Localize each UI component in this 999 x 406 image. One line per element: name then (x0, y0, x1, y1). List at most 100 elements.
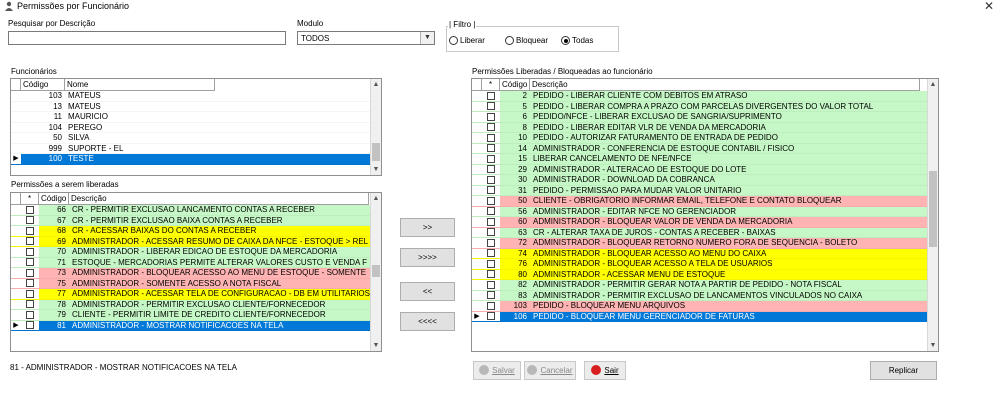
chevron-down-icon[interactable]: ▼ (420, 32, 434, 44)
table-row[interactable]: ▶ 106 PEDIDO - BLOQUEAR MENU GERENCIADOR D… (472, 311, 927, 322)
liberadas-grid[interactable]: * Código Descrição 2 PEDIDO - LIBERAR CLI… (471, 78, 939, 352)
column-header-nome[interactable]: Nome (65, 79, 215, 90)
column-header-star[interactable]: * (21, 193, 39, 204)
table-row[interactable]: 77 ADMINISTRADOR - ACESSAR TELA DE CONFIG… (11, 289, 370, 300)
remove-all-button[interactable]: <<<< (400, 312, 455, 331)
scroll-thumb[interactable] (372, 265, 380, 277)
row-checkbox[interactable] (487, 165, 495, 174)
vertical-scrollbar[interactable]: ▲ ▼ (370, 193, 381, 351)
row-checkbox[interactable] (487, 91, 495, 100)
row-checkbox[interactable] (487, 133, 495, 142)
row-checkbox[interactable] (26, 205, 34, 214)
table-row[interactable]: 78 ADMINISTRADOR - PERMITIR EXCLUSAO CLIE… (11, 299, 370, 310)
table-row[interactable]: 60 ADMINISTRADOR - BLOQUEAR VALOR DE VEND… (472, 217, 927, 228)
table-row[interactable]: 5 PEDIDO - LIBERAR COMPRA A PRAZO COM PAR… (472, 101, 927, 112)
table-row[interactable]: ▶ 81 ADMINISTRADOR - MOSTRAR NOTIFICACOES … (11, 320, 370, 331)
table-row[interactable]: 63 CR - ALTERAR TAXA DE JUROS - CONTAS A … (472, 227, 927, 238)
table-row[interactable]: 103 MATEUS (11, 91, 370, 102)
table-row[interactable]: 14 ADMINISTRADOR - CONFERENCIA DE ESTOQUE… (472, 143, 927, 154)
table-row[interactable]: 67 CR - PERMITIR EXCLUSAO BAIXA CONTAS A … (11, 215, 370, 226)
row-checkbox[interactable] (26, 247, 34, 256)
scroll-thumb[interactable] (929, 171, 937, 247)
scroll-thumb[interactable] (372, 143, 380, 161)
row-checkbox[interactable] (487, 123, 495, 132)
save-button[interactable]: Salvar (473, 361, 521, 380)
table-row[interactable]: 73 ADMINISTRADOR - BLOQUEAR ACESSO AO MEN… (11, 268, 370, 279)
row-checkbox[interactable] (487, 112, 495, 121)
table-row[interactable]: 15 LIBERAR CANCELAMENTO DE NFE/NFCE (472, 154, 927, 165)
table-row[interactable]: 83 ADMINISTRADOR - PERMITIR EXCLUSAO DE L… (472, 290, 927, 301)
exit-button[interactable]: Sair (584, 361, 626, 380)
table-row[interactable]: ▶ 100 TESTE (11, 154, 370, 165)
row-checkbox[interactable] (487, 154, 495, 163)
table-row[interactable]: 74 ADMINISTRADOR - BLOQUEAR ACESSO AO MEN… (472, 248, 927, 259)
table-row[interactable]: 79 CLIENTE - PERMITIR LIMITE DE CREDITO C… (11, 310, 370, 321)
row-checkbox[interactable] (26, 289, 34, 298)
row-checkbox[interactable] (26, 237, 34, 246)
row-checkbox[interactable] (487, 259, 495, 268)
column-header-codigo[interactable]: Código (21, 79, 65, 90)
row-checkbox[interactable] (487, 249, 495, 258)
radio-bloquear[interactable]: Bloquear (505, 36, 548, 45)
row-checkbox[interactable] (26, 300, 34, 309)
row-checkbox[interactable] (26, 321, 34, 330)
add-all-button[interactable]: >>>> (400, 248, 455, 267)
row-checkbox[interactable] (26, 216, 34, 225)
table-row[interactable]: 82 ADMINISTRADOR - PERMITIR GERAR NOTA A … (472, 280, 927, 291)
table-row[interactable]: 76 ADMINISTRADOR - BLOQUEAR ACESSO A TELA… (472, 259, 927, 270)
table-row[interactable]: 69 ADMINISTRADOR - ACESSAR RESUMO DE CAIX… (11, 236, 370, 247)
table-row[interactable]: 72 ADMINISTRADOR - BLOQUEAR RETORNO NUMER… (472, 238, 927, 249)
table-row[interactable]: 50 SILVA (11, 133, 370, 144)
row-checkbox[interactable] (487, 207, 495, 216)
table-row[interactable]: 71 ESTOQUE - MERCADORIAS PERMITE ALTERAR … (11, 257, 370, 268)
column-header-descricao[interactable]: Descrição (530, 79, 920, 90)
column-header-codigo[interactable]: Código (500, 79, 530, 90)
table-row[interactable]: 70 ADMINISTRADOR - LIBERAR EDICAO DE ESTO… (11, 247, 370, 258)
row-checkbox[interactable] (487, 270, 495, 279)
row-checkbox[interactable] (26, 279, 34, 288)
add-selected-button[interactable]: >> (400, 218, 455, 237)
table-row[interactable]: 999 SUPORTE - EL (11, 143, 370, 154)
table-row[interactable]: 29 ADMINISTRADOR - ALTERACAO DE ESTOQUE D… (472, 164, 927, 175)
scroll-down-icon[interactable]: ▼ (928, 340, 938, 351)
radio-todas[interactable]: Todas (561, 36, 593, 45)
row-checkbox[interactable] (487, 228, 495, 237)
row-checkbox[interactable] (26, 268, 34, 277)
scroll-up-icon[interactable]: ▲ (371, 79, 381, 90)
table-row[interactable]: 31 PEDIDO - PERMISSAO PARA MUDAR VALOR UN… (472, 185, 927, 196)
column-header-descricao[interactable]: Descrição (69, 193, 369, 204)
search-input[interactable] (8, 31, 286, 45)
table-row[interactable]: 11 MAURICIO (11, 112, 370, 123)
row-checkbox[interactable] (487, 312, 495, 321)
table-row[interactable]: 104 PEREGO (11, 122, 370, 133)
row-checkbox[interactable] (487, 238, 495, 247)
modulo-select[interactable]: TODOS ▼ (297, 31, 435, 45)
row-checkbox[interactable] (26, 310, 34, 319)
table-row[interactable]: 6 PEDIDO/NFCE - LIBERAR EXCLUSAO DE SANGR… (472, 112, 927, 123)
scroll-down-icon[interactable]: ▼ (371, 340, 381, 351)
scroll-up-icon[interactable]: ▲ (371, 193, 381, 204)
vertical-scrollbar[interactable]: ▲ ▼ (927, 79, 938, 351)
column-header-star[interactable]: * (482, 79, 500, 90)
close-icon[interactable]: ✕ (984, 0, 994, 13)
table-row[interactable]: 80 ADMINISTRADOR - ACESSAR MENU DE ESTOQU… (472, 269, 927, 280)
row-checkbox[interactable] (487, 280, 495, 289)
table-row[interactable]: 10 PEDIDO - AUTORIZAR FATURAMENTO DE ENTR… (472, 133, 927, 144)
table-row[interactable]: 75 ADMINISTRADOR - SOMENTE ACESSO A NOTA … (11, 278, 370, 289)
funcionarios-grid[interactable]: Código Nome 103 MATEUS 13 MATEUS 11 MAURICIO 1… (10, 78, 382, 176)
row-checkbox[interactable] (487, 291, 495, 300)
cancel-button[interactable]: Cancelar (524, 361, 576, 380)
scroll-down-icon[interactable]: ▼ (371, 164, 381, 175)
table-row[interactable]: 2 PEDIDO - LIBERAR CLIENTE COM DEBITOS EM… (472, 91, 927, 102)
table-row[interactable]: 66 CR - PERMITIR EXCLUSAO LANCAMENTO CONT… (11, 205, 370, 216)
row-checkbox[interactable] (487, 217, 495, 226)
table-row[interactable]: 50 CLIENTE - OBRIGATORIO INFORMAR EMAIL, … (472, 196, 927, 207)
vertical-scrollbar[interactable]: ▲ ▼ (370, 79, 381, 175)
row-checkbox[interactable] (487, 186, 495, 195)
row-checkbox[interactable] (487, 175, 495, 184)
replicate-button[interactable]: Replicar (870, 361, 937, 380)
scroll-up-icon[interactable]: ▲ (928, 79, 938, 90)
row-checkbox[interactable] (26, 258, 34, 267)
row-checkbox[interactable] (26, 226, 34, 235)
row-checkbox[interactable] (487, 102, 495, 111)
